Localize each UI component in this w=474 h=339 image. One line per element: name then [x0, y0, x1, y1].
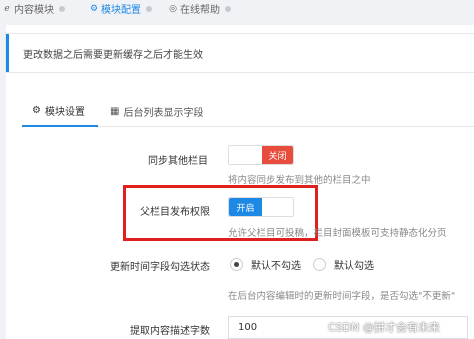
update-time-help: 在后台内容编辑时的更新时间字段，是否勾选"不更新"	[228, 291, 456, 302]
toggle-on-knob: 开启	[229, 198, 262, 216]
table-icon: ▦	[110, 105, 120, 117]
radio-circle	[313, 258, 326, 271]
breadcrumb-label: 模块配置	[101, 5, 141, 16]
radio-circle	[230, 258, 243, 271]
sync-other-help: 将内容同步发布到其他的栏目之中	[228, 175, 371, 186]
tab-label: 后台列表显示字段	[123, 107, 204, 119]
breadcrumb-item-online-help[interactable]: ◎ 在线帮助	[168, 0, 237, 17]
close-dot-icon[interactable]	[146, 5, 152, 12]
radio-label: 默认不勾选	[251, 261, 301, 272]
update-time-label: 更新时间字段勾选状态	[110, 262, 210, 273]
sync-other-toggle[interactable]: 关闭	[228, 145, 294, 165]
watermark: CSDN @拼才会有未来	[328, 321, 440, 334]
radio-checked-default[interactable]: 默认勾选	[313, 257, 374, 272]
parent-publish-label: 父栏目发布权限	[140, 207, 210, 218]
desc-length-label: 提取内容描述字数	[130, 326, 210, 337]
breadcrumb-label: 在线帮助	[180, 5, 220, 16]
settings-tabs: ⚙ 模块设置 ▦ 后台列表显示字段	[22, 95, 474, 127]
gear-icon: ⚙	[89, 3, 99, 14]
tab-label: 模块设置	[44, 106, 85, 118]
tab-list-fields[interactable]: ▦ 后台列表显示字段	[110, 95, 203, 127]
breadcrumb-item-content-module[interactable]: ℯ 内容模块	[2, 0, 71, 17]
radio-unchecked-default[interactable]: 默认不勾选	[230, 257, 301, 272]
sync-other-label: 同步其他栏目	[148, 156, 208, 167]
radio-label: 默认勾选	[334, 261, 374, 272]
globe-icon: ◎	[169, 3, 177, 14]
gear-icon: ⚙	[32, 104, 41, 116]
parent-publish-toggle[interactable]: 开启	[228, 197, 294, 217]
close-dot-icon[interactable]	[59, 5, 65, 12]
breadcrumb-label: 内容模块	[14, 5, 54, 16]
toggle-off-knob: 关闭	[262, 146, 293, 164]
breadcrumb-item-module-config[interactable]: ⚙ 模块配置	[89, 0, 158, 17]
tab-module-settings[interactable]: ⚙ 模块设置	[22, 95, 98, 127]
ie-icon: ℯ	[4, 3, 10, 14]
close-dot-icon[interactable]	[225, 5, 231, 12]
notice-banner: 更改数据之后需要更新缓存之后才能生效	[6, 34, 474, 72]
breadcrumb: ℯ 内容模块 ⚙ 模块配置 ◎ 在线帮助	[0, 0, 474, 17]
parent-publish-help: 允许父栏目可投稿，栏目封面模板可支持静态化分页	[228, 228, 447, 239]
